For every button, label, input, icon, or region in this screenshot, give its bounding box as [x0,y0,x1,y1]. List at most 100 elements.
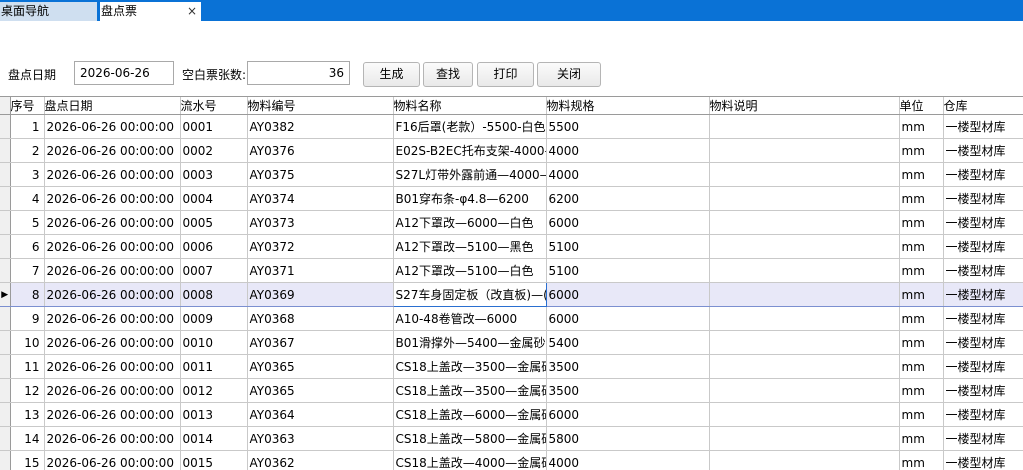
cell-index[interactable]: 14 [10,426,45,451]
cell-date[interactable]: 2026-06-26 00:00:00 [44,114,181,139]
row-header[interactable] [0,306,11,331]
col-header-material-desc[interactable]: 物料说明 [709,97,900,115]
cell-date[interactable]: 2026-06-26 00:00:00 [44,378,181,403]
cell-warehouse[interactable]: 一楼型材库 [943,426,1023,451]
cell-index[interactable]: 6 [10,234,45,259]
table-row[interactable]: ▶ 8 2026-06-26 00:00:00 0008 AY0369 S27车身固定板（… [0,282,1023,307]
cell-material-desc[interactable] [709,114,900,139]
cell-unit[interactable]: mm [899,282,944,307]
cell-warehouse[interactable]: 一楼型材库 [943,258,1023,283]
cell-index[interactable]: 8 [10,282,45,307]
cell-warehouse[interactable]: 一楼型材库 [943,282,1023,307]
cell-index[interactable]: 11 [10,354,45,379]
cell-material-spec[interactable]: 4000 [546,162,710,187]
cell-material-desc[interactable] [709,354,900,379]
cell-serial[interactable]: 0003 [180,162,248,187]
cell-material-desc[interactable] [709,426,900,451]
search-button[interactable]: 查找 [423,62,473,87]
cell-material-desc[interactable] [709,330,900,355]
cell-unit[interactable]: mm [899,210,944,235]
cell-material-code[interactable]: AY0369 [247,282,394,307]
cell-material-spec[interactable]: 5100 [546,258,710,283]
cell-unit[interactable]: mm [899,138,944,163]
cell-material-code[interactable]: AY0367 [247,330,394,355]
cell-material-desc[interactable] [709,378,900,403]
cell-material-desc[interactable] [709,210,900,235]
cell-material-spec[interactable]: 4000 [546,138,710,163]
row-header[interactable] [0,186,11,211]
cell-date[interactable]: 2026-06-26 00:00:00 [44,210,181,235]
cell-material-desc[interactable] [709,282,900,307]
cell-index[interactable]: 7 [10,258,45,283]
row-header[interactable] [0,138,11,163]
cell-material-code[interactable]: AY0371 [247,258,394,283]
cell-material-name[interactable]: A10-48卷管改—6000 [393,306,547,331]
cell-unit[interactable]: mm [899,234,944,259]
cell-index[interactable]: 10 [10,330,45,355]
cell-material-code[interactable]: AY0364 [247,402,394,427]
cell-unit[interactable]: mm [899,162,944,187]
table-row[interactable]: 13 2026-06-26 00:00:00 0013 AY0364 CS18上盖改—6… [0,402,1023,427]
cell-material-code[interactable]: AY0375 [247,162,394,187]
tab-inventory-ticket[interactable]: 盘点票 × [100,2,201,21]
current-row-marker[interactable]: ▶ [0,282,11,307]
cell-material-name[interactable]: A12下罩改—5100—黑色 [393,234,547,259]
cell-unit[interactable]: mm [899,186,944,211]
cell-index[interactable]: 4 [10,186,45,211]
cell-index[interactable]: 1 [10,114,45,139]
cell-index[interactable]: 13 [10,402,45,427]
cell-material-desc[interactable] [709,186,900,211]
cell-date[interactable]: 2026-06-26 00:00:00 [44,306,181,331]
cell-serial[interactable]: 0004 [180,186,248,211]
cell-index[interactable]: 12 [10,378,45,403]
cell-material-code[interactable]: AY0376 [247,138,394,163]
cell-warehouse[interactable]: 一楼型材库 [943,234,1023,259]
cell-serial[interactable]: 0013 [180,402,248,427]
row-header[interactable] [0,234,11,259]
cell-material-desc[interactable] [709,162,900,187]
cell-material-code[interactable]: AY0372 [247,234,394,259]
cell-date[interactable]: 2026-06-26 00:00:00 [44,450,181,470]
inventory-grid[interactable]: 序号 盘点日期 流水号 物料编号 物料名称 物料规格 物料说明 单位 仓库 12… [0,96,1023,470]
cell-material-spec[interactable]: 6200 [546,186,710,211]
cell-warehouse[interactable]: 一楼型材库 [943,210,1023,235]
cell-date[interactable]: 2026-06-26 00:00:00 [44,234,181,259]
cell-material-spec[interactable]: 3500 [546,354,710,379]
row-header[interactable] [0,450,11,470]
cell-serial[interactable]: 0011 [180,354,248,379]
cell-date[interactable]: 2026-06-26 00:00:00 [44,426,181,451]
cell-material-name[interactable]: CS18上盖改—3500—金属砂 [393,378,547,403]
cell-material-spec[interactable]: 6000 [546,282,710,307]
cell-unit[interactable]: mm [899,258,944,283]
cell-material-code[interactable]: AY0373 [247,210,394,235]
row-header[interactable] [0,210,11,235]
table-row[interactable]: 1 2026-06-26 00:00:00 0001 AY0382 F16后罩(老款）-… [0,114,1023,139]
cell-material-name[interactable]: CS18上盖改—6000—金属砂 [393,402,547,427]
cell-material-desc[interactable] [709,234,900,259]
cell-material-name[interactable]: E02S-B2EC托布支架-4000- [393,138,547,163]
cell-material-name[interactable]: CS18上盖改—4000—金属砂 [393,450,547,470]
table-row[interactable]: 15 2026-06-26 00:00:00 0015 AY0362 CS18上盖改—4… [0,450,1023,470]
cell-unit[interactable]: mm [899,114,944,139]
blank-count-field[interactable]: 36 [247,61,350,85]
cell-date[interactable]: 2026-06-26 00:00:00 [44,402,181,427]
cell-serial[interactable]: 0014 [180,426,248,451]
cell-material-spec[interactable]: 5500 [546,114,710,139]
cell-material-name[interactable]: CS18上盖改—5800—金属砂 [393,426,547,451]
row-header[interactable] [0,330,11,355]
table-row[interactable]: 11 2026-06-26 00:00:00 0011 AY0365 CS18上盖改—3… [0,354,1023,379]
cell-material-desc[interactable] [709,258,900,283]
cell-unit[interactable]: mm [899,306,944,331]
col-header-material-name[interactable]: 物料名称 [393,97,547,115]
row-header[interactable] [0,426,11,451]
cell-date[interactable]: 2026-06-26 00:00:00 [44,282,181,307]
cell-material-spec[interactable]: 6000 [546,210,710,235]
cell-material-spec[interactable]: 3500 [546,378,710,403]
table-row[interactable]: 14 2026-06-26 00:00:00 0014 AY0363 CS18上盖改—5… [0,426,1023,451]
cell-date[interactable]: 2026-06-26 00:00:00 [44,138,181,163]
cell-serial[interactable]: 0007 [180,258,248,283]
cell-warehouse[interactable]: 一楼型材库 [943,450,1023,470]
cell-material-spec[interactable]: 4000 [546,450,710,470]
cell-material-code[interactable]: AY0374 [247,186,394,211]
cell-material-code[interactable]: AY0365 [247,354,394,379]
